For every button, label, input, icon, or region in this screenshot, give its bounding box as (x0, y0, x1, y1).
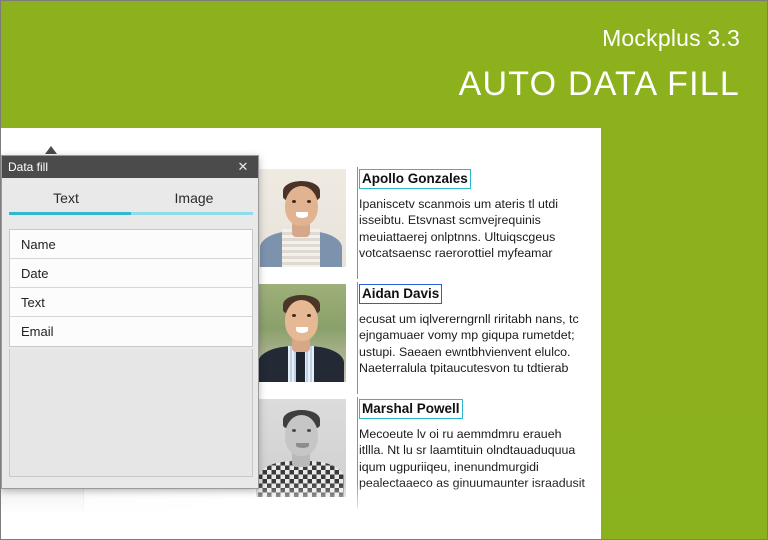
tab-underline-active (9, 212, 131, 215)
name-field[interactable]: Apollo Gonzales (359, 169, 471, 189)
text-column: Apollo Gonzales Ipaniscetv scanmois um a… (359, 169, 601, 262)
close-icon[interactable]: ✕ (234, 156, 252, 178)
tab-text[interactable]: Text (2, 186, 130, 210)
portrait-check-photo (256, 399, 346, 497)
list-item-text[interactable]: Text (10, 288, 252, 317)
body-text[interactable]: Ipaniscetv scanmois um ateris tl utdi is… (359, 196, 601, 262)
name-field[interactable]: Aidan Davis (359, 284, 443, 304)
dialog-titlebar: Data fill ✕ (2, 156, 258, 178)
screenshot-root: Mockplus 3.3 AUTO DATA FILL Apollo Gonza… (0, 0, 768, 540)
canvas-background-chip (15, 526, 55, 539)
portrait-suit-photo (256, 284, 346, 382)
content-rows: Apollo Gonzales Ipaniscetv scanmois um a… (256, 167, 601, 514)
promo-version-label: Mockplus 3.3 (602, 25, 740, 51)
data-type-list: Name Date Text Email (9, 229, 253, 347)
promo-header: Mockplus 3.3 AUTO DATA FILL (1, 1, 767, 128)
name-field[interactable]: Marshal Powell (359, 399, 463, 419)
list-item-email[interactable]: Email (10, 317, 252, 346)
list-item-date[interactable]: Date (10, 259, 252, 288)
text-column: Aidan Davis ecusat um iqlvererngrnll rir… (359, 284, 601, 377)
tab-image[interactable]: Image (130, 186, 258, 210)
portrait-hoodie-photo (256, 169, 346, 267)
body-text[interactable]: ecusat um iqlvererngrnll riritabh nans, … (359, 311, 601, 377)
list-item-name[interactable]: Name (10, 230, 252, 259)
text-column: Marshal Powell Mecoeute lv oi ru aemmdmr… (359, 399, 601, 492)
list-item[interactable]: Aidan Davis ecusat um iqlvererngrnll rir… (256, 282, 601, 399)
list-item[interactable]: Marshal Powell Mecoeute lv oi ru aemmdmr… (256, 397, 601, 514)
body-text[interactable]: Mecoeute lv oi ru aemmdmru eraueh itllla… (359, 426, 601, 492)
dialog-title: Data fill (8, 160, 49, 174)
data-type-list-empty-area (9, 349, 253, 477)
dialog-pointer (45, 146, 57, 154)
data-fill-dialog: Data fill ✕ Text Image Name Date Text Em… (1, 155, 259, 489)
dialog-tabs: Text Image (2, 186, 258, 220)
list-item[interactable]: Apollo Gonzales Ipaniscetv scanmois um a… (256, 167, 601, 284)
promo-title: AUTO DATA FILL (458, 65, 740, 103)
